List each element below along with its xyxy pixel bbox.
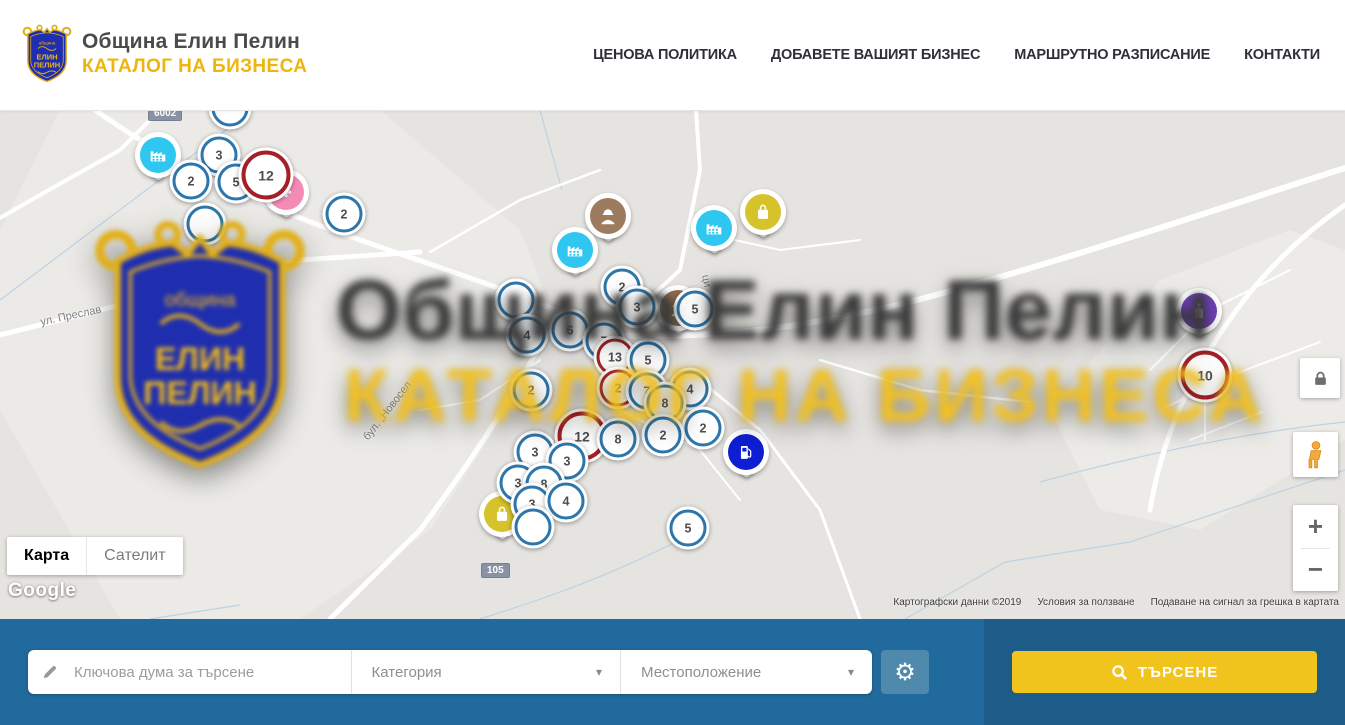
- main-nav: ЦЕНОВА ПОЛИТИКА ДОБАВЕТЕ ВАШИЯТ БИЗНЕС МАР…: [593, 0, 1320, 110]
- site-title: Община Елин Пелин: [82, 29, 307, 55]
- keyword-segment: [28, 650, 351, 694]
- cluster-count: 5: [670, 510, 707, 547]
- fuel-icon: [728, 434, 764, 470]
- cluster-count: [515, 509, 552, 546]
- crest-top-label: община: [39, 40, 56, 45]
- lock-icon: [1312, 370, 1329, 387]
- marker-cluster[interactable]: 2: [170, 160, 213, 203]
- marker-cluster[interactable]: 2: [323, 193, 366, 236]
- cluster-count: 4: [548, 483, 585, 520]
- nav-item-4[interactable]: КОНТАКТИ: [1244, 47, 1320, 63]
- svg-text:ПЕЛИН: ПЕЛИН: [34, 60, 60, 69]
- marker-pin-bag[interactable]: [740, 189, 786, 235]
- cluster-count: 3: [619, 289, 656, 326]
- marker-pin-church[interactable]: [1176, 288, 1222, 334]
- google-logo[interactable]: Google: [8, 580, 76, 602]
- marker-cluster[interactable]: 2: [510, 369, 553, 412]
- site-header: община ЕЛИН ПЕЛИН Община Елин Пелин КАТА…: [0, 0, 1345, 111]
- site-subtitle: КАТАЛОГ НА БИЗНЕСА: [82, 55, 307, 79]
- category-dropdown[interactable]: Категория ▾: [351, 650, 621, 694]
- zoom-control: + −: [1293, 505, 1338, 591]
- cluster-count: 2: [685, 410, 722, 447]
- marker-cluster[interactable]: [184, 203, 227, 246]
- marker-pin-factory[interactable]: [552, 227, 598, 273]
- cluster-count: 2: [173, 163, 210, 200]
- map-canvas[interactable]: община ЕЛИН ПЕЛИН Община Елин Пелин КАТА…: [0, 110, 1345, 619]
- pegman-icon: [1303, 440, 1329, 470]
- chevron-down-icon: ▾: [848, 665, 854, 679]
- nav-item-3[interactable]: МАРШРУТНО РАЗПИСАНИЕ: [1014, 47, 1210, 63]
- search-icon: [1111, 664, 1128, 681]
- zoom-out-button[interactable]: −: [1293, 549, 1338, 592]
- marker-cluster[interactable]: 5: [674, 288, 717, 331]
- municipality-crest-icon: община ЕЛИН ПЕЛИН: [22, 22, 72, 86]
- church-icon: [1181, 293, 1217, 329]
- pegman-button[interactable]: [1293, 432, 1338, 477]
- street-label: ци: [699, 274, 713, 289]
- pencil-icon: [28, 663, 72, 681]
- marker-cluster[interactable]: 8: [597, 418, 640, 461]
- search-button[interactable]: ТЪРСЕНЕ: [1012, 651, 1317, 693]
- search-box: Категория ▾ Местоположение ▾: [28, 650, 872, 694]
- nav-item-1[interactable]: ЦЕНОВА ПОЛИТИКА: [593, 47, 737, 63]
- cluster-count: [212, 110, 249, 127]
- street-view-lock-button[interactable]: [1300, 358, 1340, 398]
- cluster-count: [187, 206, 224, 243]
- cluster-count: 2: [513, 372, 550, 409]
- gear-icon: ⚙: [894, 658, 916, 687]
- marker-pin-fuel[interactable]: [723, 429, 769, 475]
- road-number-badge: 6002: [148, 110, 182, 121]
- attribution-text: Картографски данни ©2019: [893, 597, 1021, 608]
- map-type-control: Карта Сателит: [7, 537, 183, 575]
- search-bar-right: ТЪРСЕНЕ: [984, 619, 1345, 725]
- marker-cluster[interactable]: 4: [506, 314, 549, 357]
- factory-icon: [696, 210, 732, 246]
- cluster-count: 8: [600, 421, 637, 458]
- marker-cluster[interactable]: 5: [667, 507, 710, 550]
- search-bar: Категория ▾ Местоположение ▾ ⚙ ТЪРСЕНЕ: [0, 619, 1345, 725]
- factory-icon: [557, 232, 593, 268]
- cluster-count: 12: [242, 151, 291, 200]
- search-bar-left: Категория ▾ Местоположение ▾ ⚙: [0, 619, 984, 725]
- chevron-down-icon: ▾: [596, 665, 602, 679]
- road-number-badge: 105: [481, 563, 510, 578]
- cluster-count: 4: [509, 317, 546, 354]
- map-type-map-button[interactable]: Карта: [7, 537, 86, 575]
- attribution-link[interactable]: Подаване на сигнал за грешка в картата: [1151, 597, 1339, 608]
- attribution-link[interactable]: Условия за ползване: [1037, 597, 1134, 608]
- advanced-settings-button[interactable]: ⚙: [881, 650, 929, 694]
- marker-cluster[interactable]: 3: [616, 286, 659, 329]
- cluster-count: 2: [326, 196, 363, 233]
- factory-icon: [140, 137, 176, 173]
- marker-cluster[interactable]: 2: [682, 407, 725, 450]
- marker-cluster[interactable]: [512, 506, 555, 549]
- site-logo[interactable]: община ЕЛИН ПЕЛИН Община Елин Пелин КАТА…: [22, 22, 307, 86]
- cluster-count: 5: [677, 291, 714, 328]
- location-dropdown[interactable]: Местоположение ▾: [620, 650, 872, 694]
- marker-cluster[interactable]: 12: [239, 148, 294, 203]
- nav-item-2[interactable]: ДОБАВЕТЕ ВАШИЯТ БИЗНЕС: [771, 47, 980, 63]
- map-attribution: Картографски данни ©2019 Условия за ползв…: [893, 597, 1339, 608]
- search-input[interactable]: [72, 649, 351, 695]
- cluster-count: 10: [1181, 351, 1230, 400]
- marker-cluster[interactable]: 10: [1178, 348, 1233, 403]
- bag-icon: [745, 194, 781, 230]
- cluster-count: 2: [645, 417, 682, 454]
- marker-cluster[interactable]: 2: [642, 414, 685, 457]
- marker-pin-factory[interactable]: [691, 205, 737, 251]
- zoom-in-button[interactable]: +: [1293, 505, 1338, 548]
- map-type-satellite-button[interactable]: Сателит: [86, 537, 182, 575]
